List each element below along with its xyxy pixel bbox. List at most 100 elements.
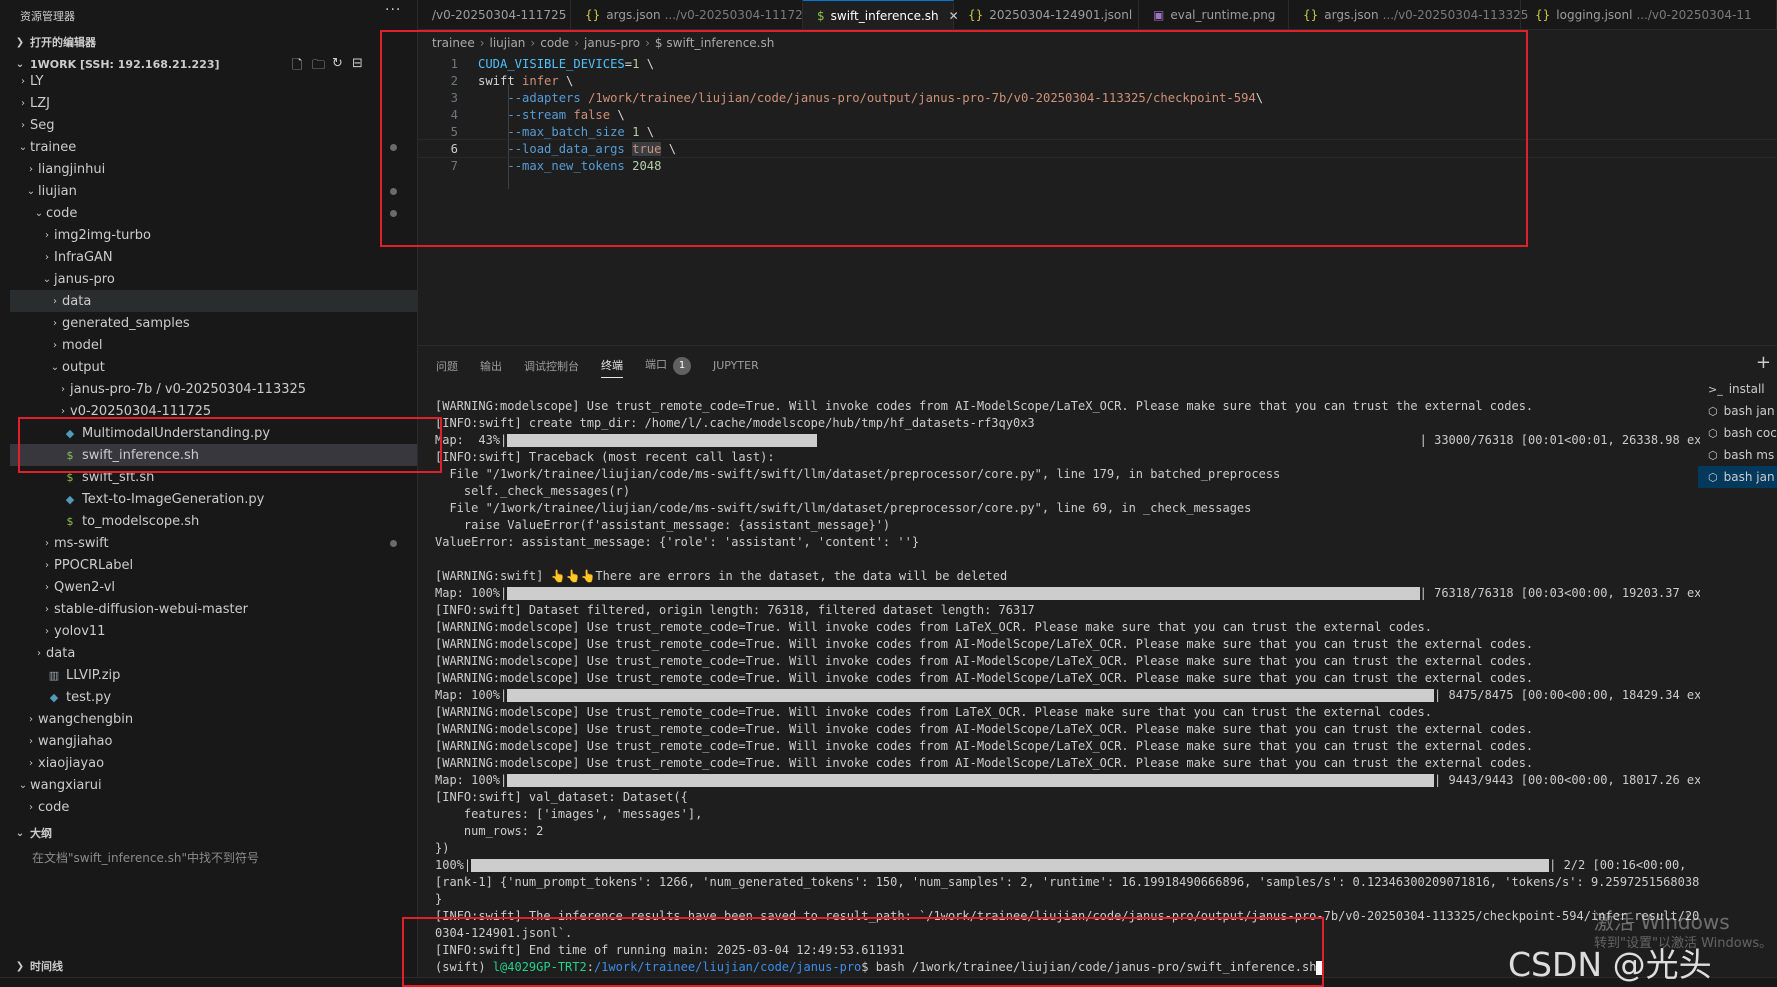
tab-debug-console[interactable]: 调试控制台 bbox=[524, 358, 579, 378]
refresh-icon[interactable]: ↻ bbox=[332, 56, 343, 71]
tree-folder-ly[interactable]: › LY bbox=[10, 70, 417, 92]
tree-file-test-py[interactable]: ◆ test.py bbox=[10, 686, 417, 708]
tree-folder-xiaojiayao[interactable]: › xiaojiayao bbox=[10, 752, 417, 774]
tree-folder-ms-swift[interactable]: › ms-swift bbox=[10, 532, 417, 554]
tree-folder-infragan[interactable]: › InfraGAN bbox=[10, 246, 417, 268]
tree-folder-data[interactable]: › data bbox=[10, 290, 417, 312]
tree-folder-liujian[interactable]: ⌄ liujian bbox=[10, 180, 417, 202]
shell-file-icon: $ bbox=[66, 448, 74, 462]
code-token: \ bbox=[639, 56, 655, 71]
tab-label: logging.jsonl bbox=[1556, 8, 1633, 22]
tree-folder-v0-20250304-111725[interactable]: › v0-20250304-111725 bbox=[10, 400, 417, 422]
tab-swift-inference-sh[interactable]: $ swift_inference.sh ✕ bbox=[803, 0, 959, 29]
tab-ports[interactable]: 端口 1 bbox=[645, 356, 691, 379]
tree-folder-wangxiarui[interactable]: ⌄ wangxiarui bbox=[10, 774, 417, 796]
tab-args-json-111725[interactable]: {} args.json .../v0-20250304-111725 bbox=[571, 0, 810, 29]
tab-label: args.json bbox=[606, 8, 661, 22]
tree-folder-seg[interactable]: › Seg bbox=[10, 114, 417, 136]
terminal-instance-label: bash ms bbox=[1723, 448, 1775, 462]
collapse-all-icon[interactable]: ⊟ bbox=[352, 56, 363, 71]
tree-file-swift-inference-sh[interactable]: $ swift_inference.sh bbox=[10, 444, 417, 466]
tree-folder-yolov11[interactable]: › yolov11 bbox=[10, 620, 417, 642]
tab-logging-jsonl[interactable]: {} logging.jsonl .../v0-20250304-11 bbox=[1521, 0, 1777, 29]
tree-folder-lzj[interactable]: › LZJ bbox=[10, 92, 417, 114]
terminal-instance[interactable]: ⬡ bash jan bbox=[1698, 466, 1777, 488]
terminal-instance[interactable]: ⬡ bash ms bbox=[1698, 444, 1777, 466]
tree-folder-wangchengbin[interactable]: › wangchengbin bbox=[10, 708, 417, 730]
tree-folder-model[interactable]: › model bbox=[10, 334, 417, 356]
chevron-down-icon: ⌄ bbox=[34, 207, 44, 219]
terminal-instance[interactable]: ⬡ bash coc bbox=[1698, 422, 1777, 444]
breadcrumb-item[interactable]: trainee bbox=[432, 36, 475, 50]
tree-folder-qwen2-vl[interactable]: › Qwen2-vl bbox=[10, 576, 417, 598]
tab-eval-runtime-png[interactable]: ▣ eval_runtime.png bbox=[1139, 0, 1289, 29]
code-line[interactable]: 7 --max_new_tokens 2048 bbox=[418, 156, 1777, 175]
progress-bar-fill bbox=[507, 774, 1435, 787]
tab-args-json-113325[interactable]: {} args.json .../v0-20250304-113325 bbox=[1289, 0, 1528, 29]
chevron-right-icon: › bbox=[29, 801, 33, 813]
breadcrumb-item[interactable]: liujian bbox=[490, 36, 526, 50]
tree-item-label: Qwen2-vl bbox=[54, 579, 116, 595]
tree-folder-trainee[interactable]: ⌄ trainee bbox=[10, 136, 417, 158]
tab-problems[interactable]: 问题 bbox=[436, 358, 458, 378]
open-editors-section[interactable]: ❯ 打开的编辑器 bbox=[10, 32, 417, 52]
tree-folder-output[interactable]: ⌄ output bbox=[10, 356, 417, 378]
explorer-sidebar: 资源管理器 ··· ❯ 打开的编辑器 ⌄ 1WORK [SSH: 192.168… bbox=[0, 0, 418, 987]
tab-terminal[interactable]: 终端 bbox=[601, 357, 623, 378]
terminal-instance-label: bash jan bbox=[1723, 404, 1775, 418]
tree-item-label: wangchengbin bbox=[38, 711, 134, 727]
terminal-line: File "/1work/trainee/liujian/code/ms-swi… bbox=[435, 501, 1252, 515]
code-token: --max_new_tokens bbox=[507, 158, 625, 173]
breadcrumb-item[interactable]: janus-pro bbox=[584, 36, 640, 50]
code-editor[interactable]: 1 CUDA_VISIBLE_DEVICES = 1 \ 2 swift infer \ 3… bbox=[418, 54, 1777, 344]
tree-folder-stable-diffusion-webui-master[interactable]: › stable-diffusion-webui-master bbox=[10, 598, 417, 620]
tree-file-to-modelscope-sh[interactable]: $ to_modelscope.sh bbox=[10, 510, 417, 532]
terminal-line: [INFO:swift] The inference results have … bbox=[435, 909, 1700, 923]
tree-folder-wangjiahao[interactable]: › wangjiahao bbox=[10, 730, 417, 752]
timeline-section[interactable]: ❯ 时间线 bbox=[10, 956, 417, 976]
tree-folder-generated-samples[interactable]: › generated_samples bbox=[10, 312, 417, 334]
tree-folder-data[interactable]: › data bbox=[10, 642, 417, 664]
terminal-instance[interactable]: ⬡ bash jan bbox=[1698, 400, 1777, 422]
progress-prefix: Map: 100%| bbox=[435, 586, 508, 600]
tree-file-llvip-zip[interactable]: ▥ LLVIP.zip bbox=[10, 664, 417, 686]
chevron-right-icon: › bbox=[37, 647, 41, 659]
tree-folder-liangjinhui[interactable]: › liangjinhui bbox=[10, 158, 417, 180]
terminal-icon: >_ bbox=[1708, 382, 1723, 396]
tree-folder-ppocrlabel[interactable]: › PPOCRLabel bbox=[10, 554, 417, 576]
terminal-line: ValueError: assistant_message: {'role': … bbox=[435, 535, 920, 549]
progress-prefix: 100%| bbox=[435, 858, 472, 872]
shell-file-icon: $ bbox=[817, 8, 825, 23]
tab-jupyter[interactable]: JUPYTER bbox=[713, 359, 759, 376]
tree-folder-janus-pro-7b-v0-20250304-113325[interactable]: › janus-pro-7b / v0-20250304-113325 bbox=[10, 378, 417, 400]
breadcrumb-file[interactable]: $ swift_inference.sh bbox=[655, 36, 774, 50]
tree-folder-img2img-turbo[interactable]: › img2img-turbo bbox=[10, 224, 417, 246]
tree-file-swift-sft-sh[interactable]: $ swift_sft.sh bbox=[10, 466, 417, 488]
line-number: 3 bbox=[450, 90, 458, 105]
terminal-output[interactable]: [WARNING:modelscope] Use trust_remote_co… bbox=[435, 398, 1700, 976]
tab-jsonl-124901[interactable]: {} 20250304-124901.jsonl bbox=[954, 0, 1139, 29]
more-actions-icon[interactable]: ··· bbox=[385, 2, 401, 18]
outline-section[interactable]: ⌄ 大纲 bbox=[10, 823, 417, 843]
tree-item-label: to_modelscope.sh bbox=[82, 513, 200, 529]
tree-folder-code[interactable]: › code bbox=[10, 796, 417, 818]
tree-file-multimodalunderstanding-py[interactable]: ◆ MultimodalUnderstanding.py bbox=[10, 422, 417, 444]
breadcrumb-item[interactable]: code bbox=[540, 36, 569, 50]
tab-output[interactable]: 输出 bbox=[480, 358, 502, 378]
terminal-instance[interactable]: >_ install bbox=[1698, 378, 1777, 400]
terminal-line: [INFO:swift] val_dataset: Dataset({ bbox=[435, 790, 688, 804]
code-token: \ bbox=[1255, 90, 1264, 105]
code-token: \ bbox=[661, 141, 677, 156]
tree-item-label: code bbox=[46, 205, 78, 221]
tab-v0-111725[interactable]: /v0-20250304-111725 bbox=[418, 0, 571, 29]
terminal-line: File "/1work/trainee/liujian/code/ms-swi… bbox=[435, 467, 1281, 481]
new-terminal-plus-icon[interactable]: + bbox=[1756, 352, 1771, 373]
timeline-label: 时间线 bbox=[30, 960, 63, 973]
tree-folder-janus-pro[interactable]: ⌄ janus-pro bbox=[10, 268, 417, 290]
outline-label: 大纲 bbox=[30, 827, 52, 840]
tree-file-text-to-imagegeneration-py[interactable]: ◆ Text-to-ImageGeneration.py bbox=[10, 488, 417, 510]
tree-folder-code[interactable]: ⌄ code bbox=[10, 202, 417, 224]
workspace-label: 1WORK [SSH: 192.168.21.223] bbox=[30, 57, 220, 71]
